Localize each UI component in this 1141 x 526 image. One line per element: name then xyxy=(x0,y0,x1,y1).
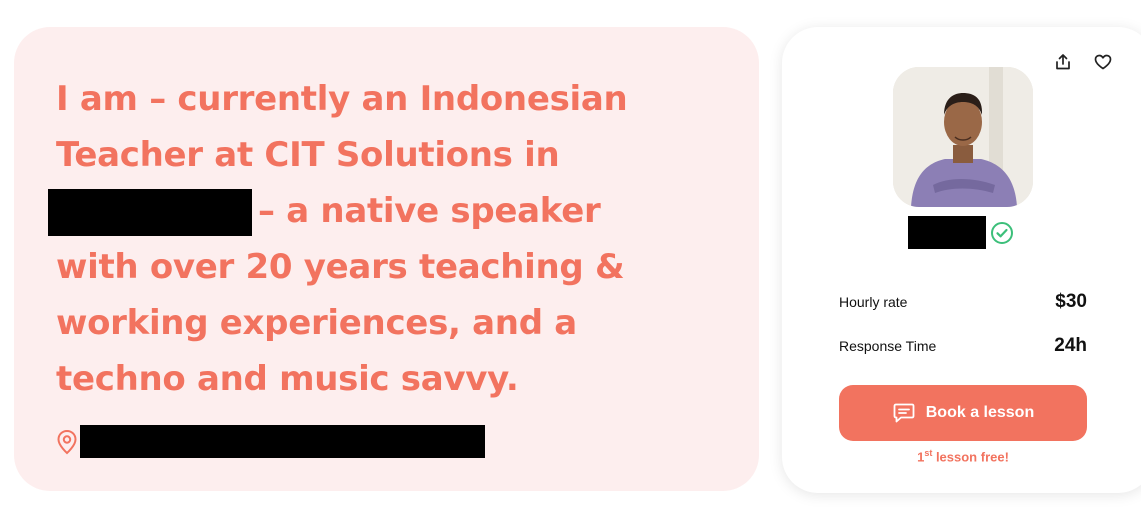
first-lesson-text: lesson free! xyxy=(932,449,1009,465)
book-lesson-label: Book a lesson xyxy=(925,404,1035,421)
tutor-name-row xyxy=(908,216,1014,249)
hourly-rate-value: $30 xyxy=(1055,291,1087,312)
response-time-label: Response Time xyxy=(839,338,937,354)
first-lesson-free-note: 1st lesson free! xyxy=(839,448,1087,464)
book-lesson-button[interactable]: Book a lesson xyxy=(839,385,1087,441)
intro-line-6: techno and music savvy. xyxy=(56,359,519,399)
intro-line-4: with over 20 years teaching & xyxy=(56,247,625,287)
hourly-rate-label: Hourly rate xyxy=(839,294,908,310)
check-circle-icon xyxy=(990,221,1014,245)
heart-icon[interactable] xyxy=(1092,51,1114,73)
intro-line-3: – a native speaker xyxy=(48,183,696,239)
response-time-row: Response Time 24h xyxy=(839,335,1087,357)
redacted-city xyxy=(48,189,252,236)
response-time-value: 24h xyxy=(1054,335,1087,356)
intro-card: I am – currently an Indonesian Teacher a… xyxy=(14,27,759,491)
intro-line-2: Teacher at CIT Solutions in xyxy=(56,135,560,175)
chat-bubble-icon xyxy=(892,402,916,424)
share-icon[interactable] xyxy=(1052,51,1074,73)
tutor-avatar xyxy=(893,67,1033,207)
profile-card: Hourly rate $30 Response Time 24h Book a… xyxy=(782,27,1141,493)
intro-line-3-text: – a native speaker xyxy=(258,191,601,231)
tutor-page: I am – currently an Indonesian Teacher a… xyxy=(0,0,1141,526)
intro-line-1: I am – currently an Indonesian xyxy=(56,79,628,119)
location-row xyxy=(56,425,485,458)
redacted-tutor-name xyxy=(908,216,986,249)
redacted-location xyxy=(80,425,485,458)
intro-statement: I am – currently an Indonesian Teacher a… xyxy=(48,71,696,407)
card-actions xyxy=(1052,51,1114,73)
hourly-rate-row: Hourly rate $30 xyxy=(839,291,1087,313)
location-pin-icon xyxy=(56,429,78,455)
intro-line-5: working experiences, and a xyxy=(56,303,577,343)
